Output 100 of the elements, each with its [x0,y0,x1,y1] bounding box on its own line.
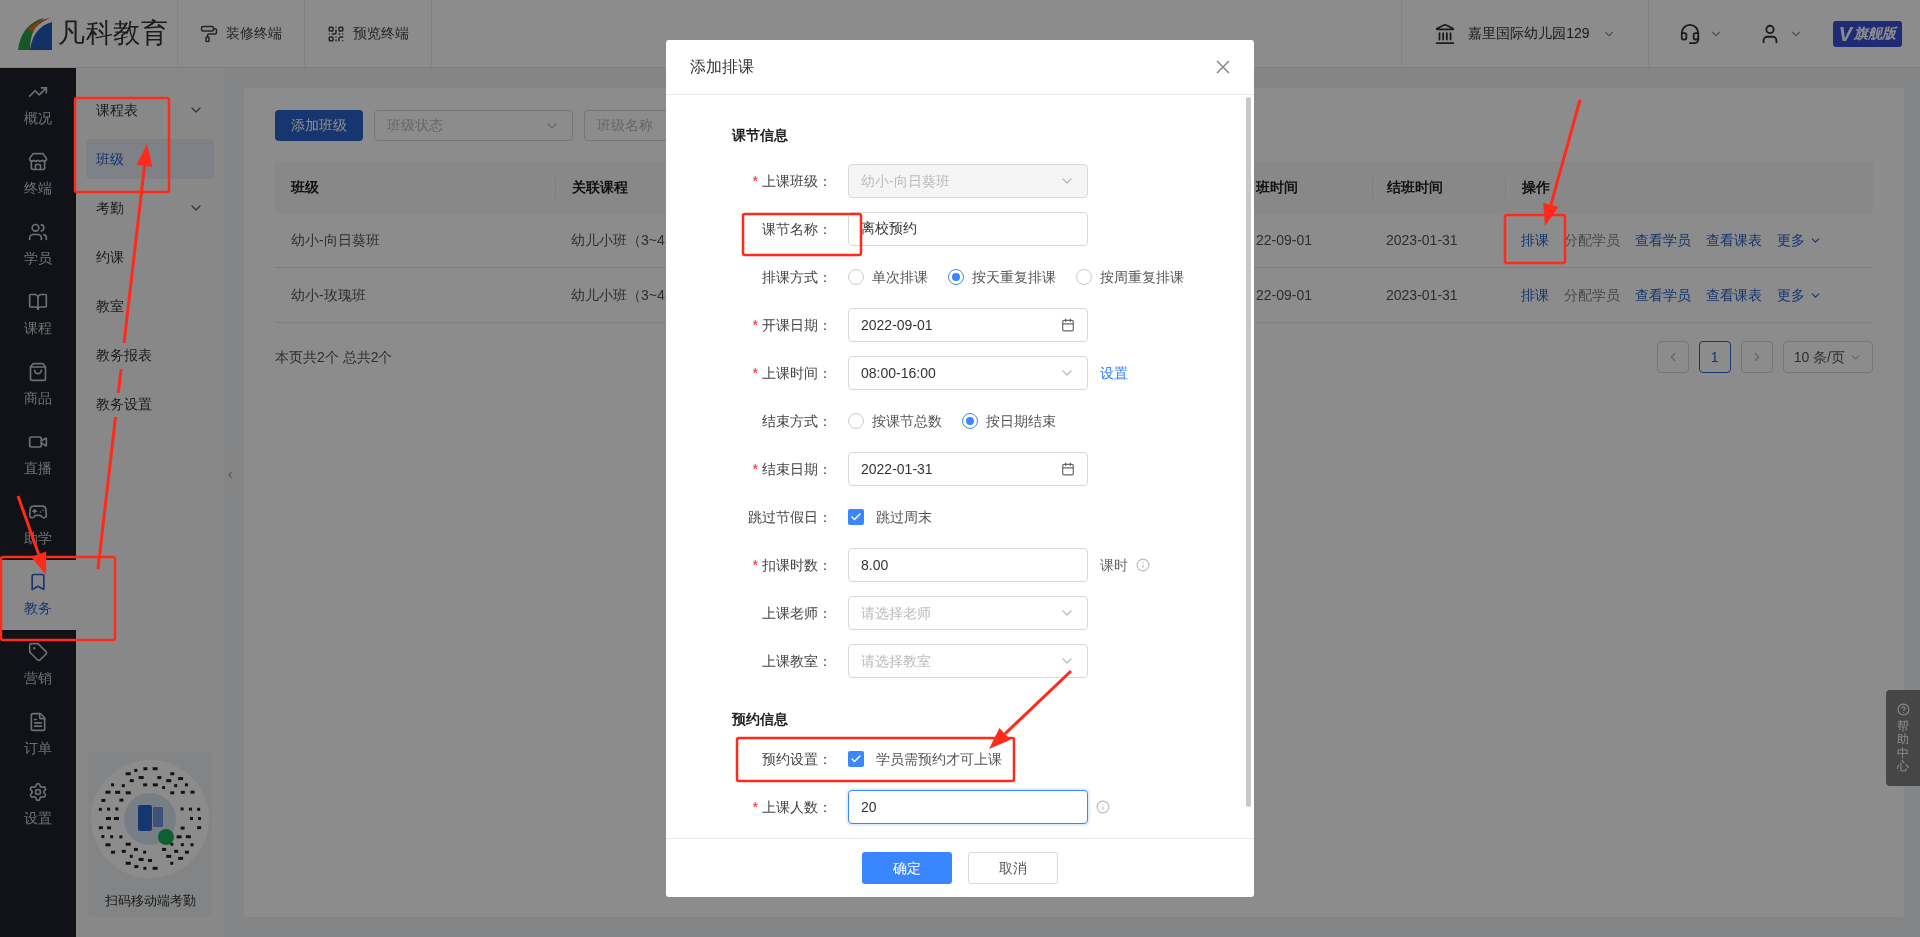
field-label: 结束方式： [762,411,832,431]
field-label: 上课教室： [762,651,832,671]
action-link[interactable]: 查看学员 [1635,284,1691,306]
info-icon[interactable] [1136,558,1150,572]
action-link[interactable]: 查看课表 [1706,284,1762,306]
info-icon[interactable] [1096,800,1110,814]
radio-option[interactable]: 按课节总数 [848,410,942,432]
highlight-frame [1503,213,1567,265]
field-label: 上课时间： [762,363,832,383]
toolbar-button[interactable]: 装修终端 [178,0,305,67]
table-cell: 2023-01-31 [1386,286,1458,303]
close-button[interactable] [1216,60,1230,74]
action-link[interactable]: 排课 [1521,284,1549,306]
settings-icon [28,781,48,802]
book-icon [28,291,48,312]
action-link[interactable]: 排课 [1521,229,1549,251]
sidebar-item[interactable]: 订单 [0,700,76,770]
confirm-button[interactable]: 确定 [862,852,952,884]
input-field[interactable]: 20 [848,790,1088,824]
sidebar-item[interactable]: 设置 [0,770,76,840]
checkbox[interactable] [848,509,864,525]
sidebar-item[interactable]: 教务 [0,560,76,630]
bag-icon [28,361,48,382]
column-header: 班时间 [1256,178,1298,197]
field-label: 上课老师： [762,603,832,623]
table-cell: 22-09-01 [1256,231,1313,248]
headset-icon [1678,22,1701,45]
required-asterisk: * [752,555,758,575]
field-label: 扣课时数： [762,555,832,575]
settings-link[interactable]: 设置 [1100,362,1128,384]
field-label: 开课日期： [762,315,832,335]
required-asterisk: * [752,459,758,479]
sidebar-item[interactable]: 概况 [0,70,76,140]
subnav-item[interactable]: 约课 [86,237,214,277]
radio-option[interactable]: 按日期结束 [962,410,1056,432]
sidebar-item[interactable]: 商品 [0,350,76,420]
previous-page-button[interactable] [1656,341,1689,373]
cancel-button[interactable]: 取消 [968,852,1058,884]
sidebar-item[interactable]: 直播 [0,420,76,490]
subnav-item[interactable]: 课程表 [86,90,214,130]
tag-icon [28,641,48,662]
subnav-item[interactable]: 教务设置 [86,384,214,424]
add-class-button[interactable]: 添加班级 [275,110,363,141]
field-label: 结束日期： [762,459,832,479]
table-cell: 2023-01-31 [1386,231,1458,248]
action-link[interactable]: 更多 [1777,284,1822,306]
sidebar-item[interactable]: 课程 [0,280,76,350]
sidebar-item[interactable]: 终端 [0,140,76,210]
action-link[interactable]: 查看课表 [1706,229,1762,251]
column-header: 结班时间 [1387,178,1443,197]
check-icon [850,511,862,523]
qr-code-icon [327,24,345,43]
subnav-item[interactable]: 考勤 [86,188,214,228]
store-icon [28,151,48,172]
sidebar-item[interactable]: 学员 [0,210,76,280]
page-size-select[interactable]: 10 条/页 [1782,341,1873,373]
checkbox[interactable] [848,751,864,767]
date-field[interactable]: 2022-09-01 [848,308,1088,342]
select-field[interactable]: 08:00-16:00 [848,356,1088,390]
logo-text: 凡科教育 [58,17,169,51]
subnav-item[interactable]: 教务报表 [86,335,214,375]
radio-option[interactable]: 单次排课 [848,266,928,288]
scrollbar-thumb[interactable] [1246,97,1251,807]
action-link[interactable]: 查看学员 [1635,229,1691,251]
column-header: 关联课程 [572,178,628,197]
select-field[interactable]: 请选择老师 [848,596,1088,630]
input-field[interactable]: 离校预约 [848,212,1088,246]
field-label: 课节名称： [762,219,832,239]
table-cell: 幼小-向日葵班 [291,231,380,248]
field-label: 上课人数： [762,797,832,817]
input-field[interactable]: 8.00 [848,548,1088,582]
subnav-item[interactable]: 教室 [86,286,214,326]
calendar-icon [1061,462,1075,476]
document-icon [28,711,48,732]
sidebar-item[interactable]: 营销 [0,630,76,700]
table-cell: 22-09-01 [1256,286,1313,303]
date-field[interactable]: 2022-01-31 [848,452,1088,486]
check-icon [850,753,862,765]
next-page-button[interactable] [1740,341,1773,373]
school-selector[interactable]: 嘉里国际幼儿园129 [1401,0,1649,67]
help-tab[interactable]: 帮助中心 [1886,690,1920,786]
required-asterisk: * [752,171,758,191]
edition-badge: V旗舰版 [1832,20,1902,47]
bookmark-icon [28,571,48,592]
column-header: 班级 [291,178,319,197]
page-button[interactable]: 1 [1698,341,1731,373]
summary-text: 本页共2个 总共2个 [275,347,393,367]
radio-option[interactable]: 按周重复排课 [1076,266,1184,288]
section-title: 预约信息 [732,709,789,729]
action-link[interactable]: 更多 [1777,229,1822,251]
field-label: 跳过节假日： [748,507,832,527]
select-field[interactable]: 请选择教室 [848,644,1088,678]
radio-option[interactable]: 按天重复排课 [948,266,1056,288]
building-icon [1434,22,1457,45]
unit-text: 课时 [1100,555,1128,575]
dialog-title: 添加排课 [690,57,754,77]
toolbar-button[interactable]: 预览终端 [305,0,432,67]
subnav-item[interactable]: 班级 [86,139,214,179]
users-icon [28,221,48,242]
calendar-icon [1061,318,1075,332]
